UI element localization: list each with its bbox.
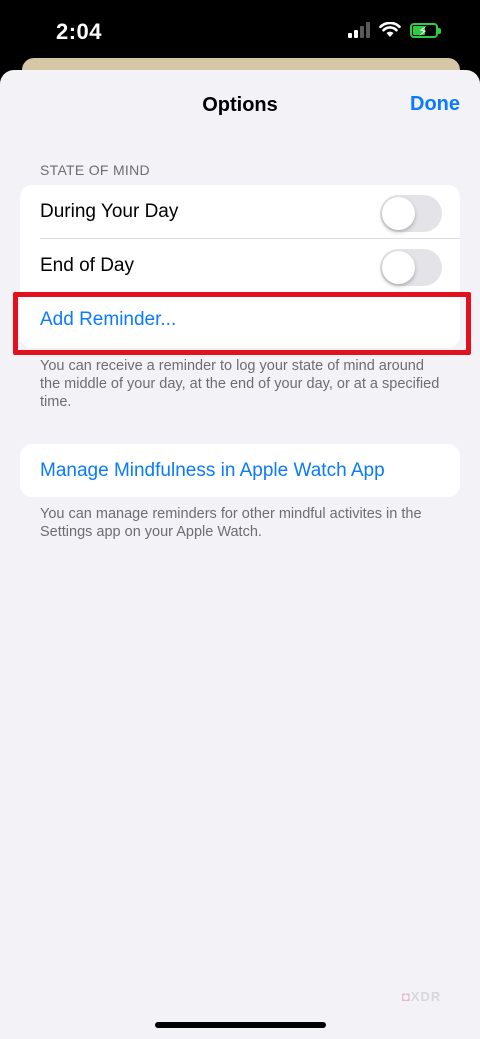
row-end-of-day: End of Day [20,239,460,293]
manage-group: Manage Mindfulness in Apple Watch App [20,444,460,497]
section-header-state-of-mind: STATE OF MIND [40,162,150,178]
during-your-day-toggle[interactable] [380,195,442,232]
page-title: Options [202,94,278,116]
add-reminder-button[interactable]: Add Reminder... [20,293,460,347]
add-reminder-label: Add Reminder... [40,309,177,330]
manage-mindfulness-button[interactable]: Manage Mindfulness in Apple Watch App [20,444,460,497]
state-of-mind-footer: You can receive a reminder to log your s… [40,358,440,410]
watermark-text: XDR [410,989,442,1004]
row-during-your-day: During Your Day [20,185,460,239]
toggle-knob [382,251,415,284]
home-indicator[interactable] [155,1022,326,1028]
options-sheet: Options Done STATE OF MIND During Your D… [0,70,480,1039]
toggle-knob [382,197,415,230]
wifi-icon [379,22,401,37]
row-label: End of Day [40,255,134,276]
cellular-signal-icon [348,22,370,38]
row-label: During Your Day [40,201,179,222]
done-button[interactable]: Done [410,93,460,116]
manage-mindfulness-label: Manage Mindfulness in Apple Watch App [40,459,385,481]
status-icons: ⚡ [348,22,441,39]
state-of-mind-group: During Your Day End of Day Add Reminder.… [20,185,460,348]
status-time: 2:04 [56,19,103,44]
status-bar: 2:04 ⚡ [0,0,480,64]
watermark-logo-icon: ◘ [402,989,411,1004]
end-of-day-toggle[interactable] [380,249,442,286]
manage-footer: You can manage reminders for other mindf… [40,506,422,540]
battery-charging-icon: ⚡ [410,22,441,39]
xdr-watermark: ◘XDR [402,989,441,1004]
